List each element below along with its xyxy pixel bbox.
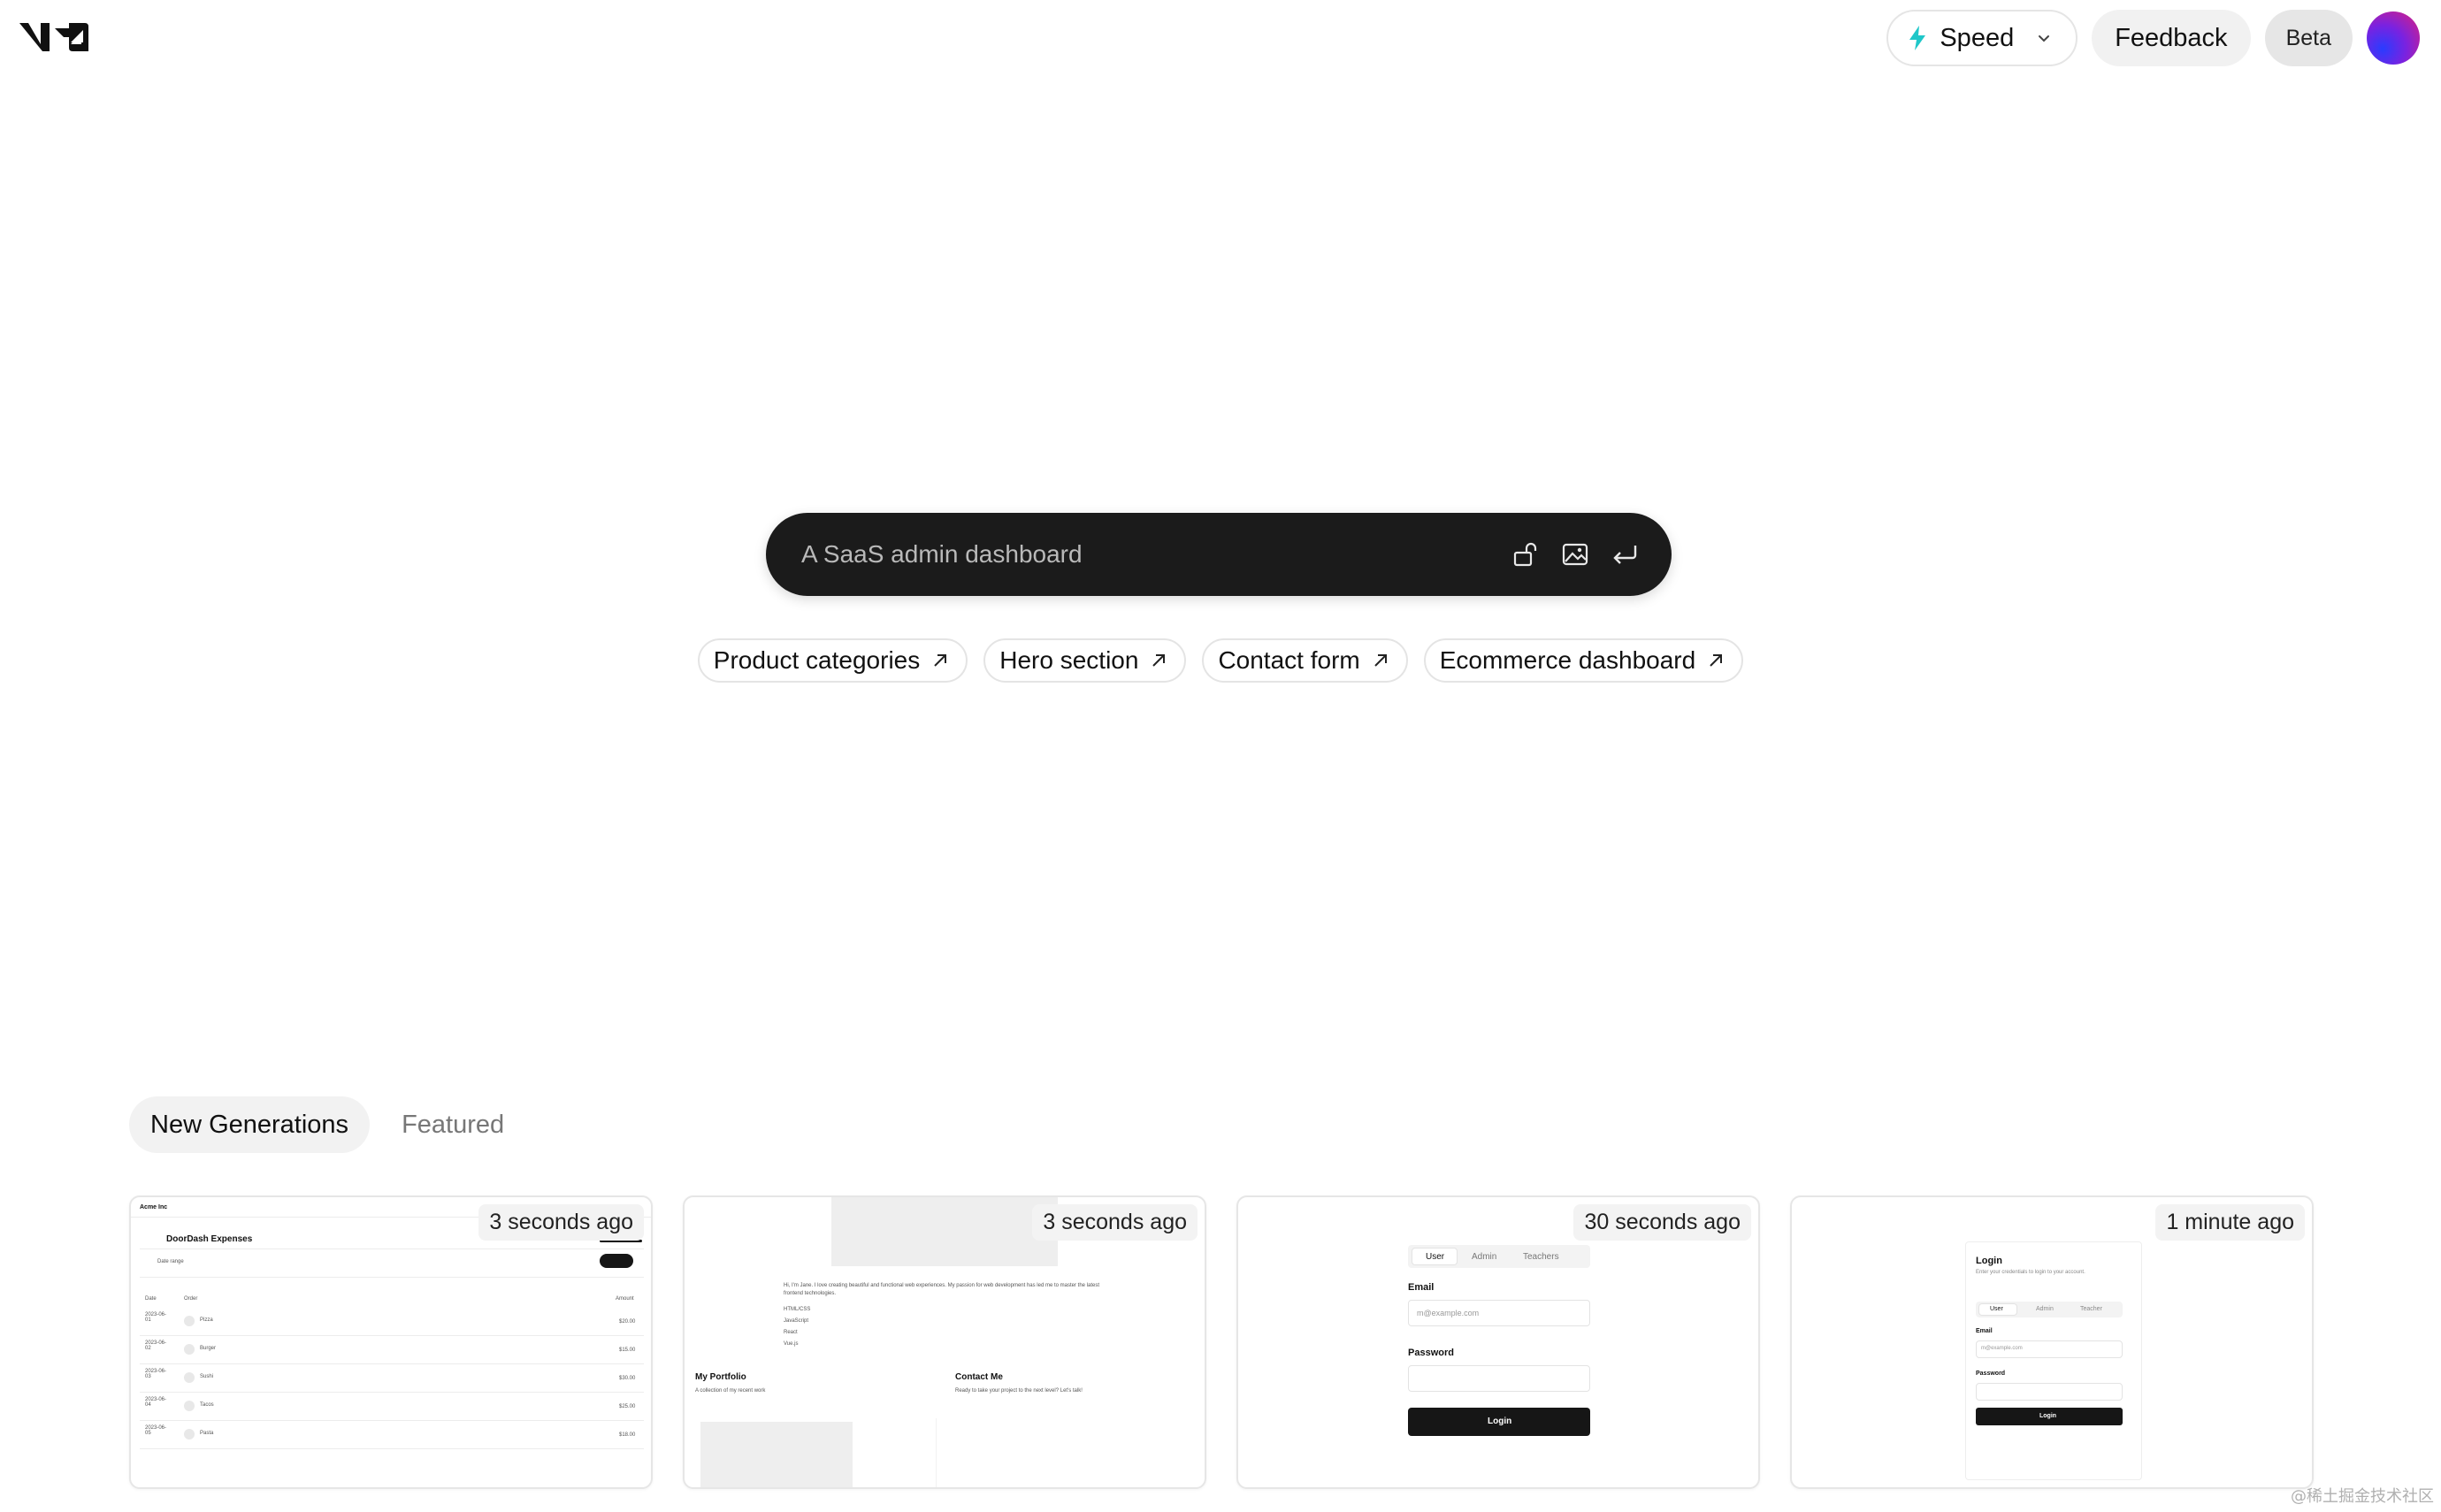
preview-date-range: Date range <box>157 1259 184 1264</box>
tab-new-generations[interactable]: New Generations <box>129 1096 371 1153</box>
preview-title: DoorDash Expenses <box>166 1234 253 1244</box>
enter-icon[interactable] <box>1610 539 1640 569</box>
preview-portfolio-title: My Portfolio <box>695 1372 746 1382</box>
speed-label: Speed <box>1940 23 2015 52</box>
preview-contact-title: Contact Me <box>955 1372 1003 1382</box>
v0-logo[interactable] <box>18 18 90 57</box>
arrow-up-right-icon <box>1710 654 1723 667</box>
card-timestamp: 30 seconds ago <box>1573 1204 1751 1241</box>
image-upload-icon[interactable] <box>1560 539 1590 569</box>
chip-label: Ecommerce dashboard <box>1439 646 1696 674</box>
unlock-icon[interactable] <box>1511 539 1541 569</box>
generation-card[interactable]: 30 seconds ago User Admin Teachers Email… <box>1236 1195 1760 1489</box>
arrow-up-right-icon <box>934 654 947 667</box>
watermark: @稀土掘金技术社区 <box>2291 1487 2434 1506</box>
card-timestamp: 3 seconds ago <box>1032 1204 1198 1241</box>
gallery-tabs: New Generations Featured <box>129 1096 525 1153</box>
prompt-input[interactable] <box>801 540 1511 569</box>
user-avatar[interactable] <box>2367 11 2420 65</box>
suggestion-hero-section[interactable]: Hero section <box>983 638 1187 683</box>
suggestion-ecommerce-dashboard[interactable]: Ecommerce dashboard <box>1423 638 1744 683</box>
card-timestamp: 3 seconds ago <box>478 1204 644 1241</box>
generations-grid: 3 seconds ago Acme Inc DoorDash Expenses… <box>129 1195 2314 1489</box>
tab-featured[interactable]: Featured <box>380 1096 525 1153</box>
chip-label: Product categories <box>713 646 921 674</box>
chip-label: Hero section <box>999 646 1139 674</box>
lightning-bolt-icon <box>1909 26 1926 50</box>
generation-card[interactable]: 3 seconds ago Hi, I'm Jane. I love creat… <box>683 1195 1206 1489</box>
preview-intro: Hi, I'm Jane. I love creating beautiful … <box>784 1283 1100 1296</box>
card-timestamp: 1 minute ago <box>2155 1204 2305 1241</box>
suggestion-chips: Product categories Hero section Contact … <box>0 638 2441 683</box>
feedback-button[interactable]: Feedback <box>2092 10 2251 66</box>
suggestion-contact-form[interactable]: Contact form <box>1202 638 1408 683</box>
preview-brand: Acme Inc <box>140 1204 168 1210</box>
generation-card[interactable]: 1 minute ago Login Enter your credential… <box>1790 1195 2314 1489</box>
chip-label: Contact form <box>1218 646 1360 674</box>
prompt-bar <box>766 513 1672 596</box>
beta-badge[interactable]: Beta <box>2264 10 2353 66</box>
preview-col-order: Order <box>184 1296 198 1302</box>
model-speed-select[interactable]: Speed <box>1886 10 2078 66</box>
preview-col-date: Date <box>145 1296 157 1302</box>
suggestion-product-categories[interactable]: Product categories <box>697 638 968 683</box>
header-actions: Speed Feedback Beta <box>1886 9 2420 67</box>
arrow-up-right-icon <box>1374 654 1387 667</box>
arrow-up-right-icon <box>1152 654 1166 667</box>
generation-card[interactable]: 3 seconds ago Acme Inc DoorDash Expenses… <box>129 1195 653 1489</box>
chevron-down-icon <box>2039 35 2050 42</box>
prompt-actions <box>1511 539 1640 569</box>
preview-col-amount: Amount <box>616 1296 634 1302</box>
